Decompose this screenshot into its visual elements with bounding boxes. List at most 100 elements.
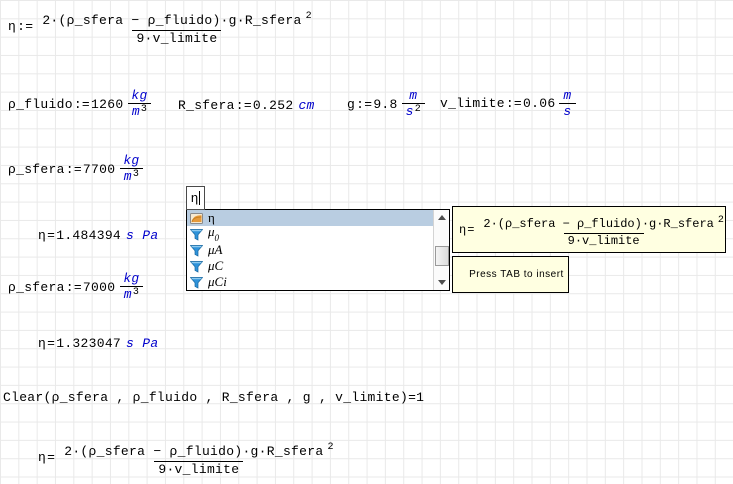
text-cursor — [199, 191, 200, 205]
result-units: s Pa — [126, 228, 158, 243]
value: 0.252 — [253, 98, 294, 113]
clear-function-region[interactable]: Clear(ρ_sfera , ρ_fluido , R_sfera , g ,… — [3, 390, 424, 405]
value: 9.8 — [373, 97, 397, 112]
eta-result-region-1[interactable]: η=1.484394 s Pa — [38, 228, 158, 243]
value: 1260 — [91, 97, 123, 112]
unit-numerator: m — [405, 88, 421, 103]
autocomplete-list: η μ0 μA μC — [187, 210, 433, 290]
g-definition-region[interactable]: g:=9.8 m s2 — [347, 88, 425, 121]
rho-sfera-definition-region-2[interactable]: ρ_sfera:=7000 kg m3 — [8, 271, 144, 304]
assign-operator: := — [356, 97, 372, 112]
typed-text: η — [191, 191, 199, 206]
dropdown-scrollbar[interactable] — [433, 210, 449, 290]
var-v-limite: v_limite — [440, 96, 505, 111]
var-g: g — [347, 97, 355, 112]
scrollbar-thumb[interactable] — [435, 246, 449, 266]
equals-operator: = — [467, 223, 474, 237]
formula-edit-box[interactable]: η — [186, 186, 205, 210]
unit-denominator: m3 — [120, 286, 143, 304]
fraction-numerator: 2·(ρ_sfera − ρ_fluido)·g·R_sfera2 — [60, 438, 337, 461]
var-rho-sfera: ρ_sfera — [8, 162, 65, 177]
result-value: 1.323047 — [56, 336, 121, 351]
assign-operator: := — [66, 280, 82, 295]
autocomplete-item-eta[interactable]: η — [187, 210, 433, 226]
fraction-denominator: 9·v_limite — [564, 233, 644, 248]
unit-fraction: kg m3 — [127, 88, 151, 121]
worksheet: η := 2·(ρ_sfera − ρ_fluido)·g·R_sfera 2 9·… — [0, 0, 733, 484]
unit-exponent: 2 — [415, 104, 421, 115]
unit-symbol: m — [124, 287, 132, 302]
item-label: μC — [208, 258, 223, 274]
eta-result-region-2[interactable]: η=1.323047s Pa — [38, 336, 158, 351]
unit-denominator: m3 — [120, 168, 143, 186]
scroll-up-icon[interactable] — [438, 215, 446, 220]
eta-evaluated-formula-region[interactable]: η= 2·(ρ_sfera − ρ_fluido)·g·R_sfera2 9·v… — [38, 438, 337, 477]
fraction-denominator: 9·v_limite — [132, 30, 221, 46]
item-label: μA — [208, 242, 222, 258]
autocomplete-item-muC[interactable]: μC — [187, 258, 433, 274]
exponent: 2 — [718, 215, 724, 226]
variable-icon — [190, 212, 203, 225]
unit-exponent: 3 — [133, 287, 139, 298]
autocomplete-item-muCi[interactable]: μCi — [187, 274, 433, 290]
unit-symbol: m — [124, 169, 132, 184]
var-eta: η — [8, 19, 16, 34]
unit-fraction: m s2 — [402, 88, 425, 121]
unit-numerator: kg — [127, 88, 151, 103]
fraction: 2·(ρ_sfera − ρ_fluido)·g·R_sfera2 9·v_li… — [60, 438, 337, 477]
item-label-subscript: 0 — [215, 233, 220, 243]
fraction: 2·(ρ_sfera − ρ_fluido)·g·R_sfera 2 9·v_li… — [38, 7, 315, 46]
unit-fraction: m s — [559, 88, 575, 119]
fraction-denominator: 9·v_limite — [154, 461, 243, 477]
scroll-down-icon[interactable] — [438, 280, 446, 285]
unit-numerator: kg — [119, 153, 143, 168]
funnel-icon — [190, 244, 203, 257]
fraction-numerator: 2·(ρ_sfera − ρ_fluido)·g·R_sfera 2 — [479, 211, 727, 233]
var-eta: η — [38, 228, 46, 243]
clear-expression: Clear(ρ_sfera , ρ_fluido , R_sfera , g ,… — [3, 390, 424, 405]
exponent: 2 — [306, 11, 312, 22]
var-eta: η — [38, 336, 46, 351]
eta-definition-formula-region[interactable]: η:= 2·(ρ_sfera − ρ_fluido)·g·R_sfera2 9·… — [8, 7, 316, 46]
unit-symbol: m — [132, 104, 140, 119]
numerator-expression: 2·(ρ_sfera − ρ_fluido)·g·R_sfera — [483, 217, 713, 231]
var-eta: η — [38, 450, 46, 465]
v-limite-definition-region[interactable]: v_limite:=0.06 m s — [440, 88, 576, 119]
press-tab-hint: Press TAB to insert — [452, 256, 569, 293]
var-eta: η — [459, 223, 466, 237]
item-label: μCi — [208, 274, 227, 290]
equals-operator: = — [47, 450, 55, 465]
item-label-base: μ — [208, 224, 215, 239]
rho-fluido-definition-region[interactable]: ρ_fluido:=1260 kg m3 — [8, 88, 152, 121]
unit-numerator: m — [559, 88, 575, 103]
unit-denominator: s — [559, 103, 575, 119]
equals-operator: = — [47, 336, 55, 351]
unit-numerator: kg — [119, 271, 143, 286]
numerator-expression: 2·(ρ_sfera − ρ_fluido)·g·R_sfera — [42, 13, 301, 28]
assign-operator: := — [66, 162, 82, 177]
equals-operator: = — [47, 228, 55, 243]
r-sfera-definition-region[interactable]: R_sfera:=0.252cm — [178, 98, 315, 113]
unit-cm: cm — [298, 98, 314, 113]
funnel-icon — [190, 276, 203, 289]
unit-fraction: kg m3 — [119, 153, 143, 186]
value: 7000 — [83, 280, 115, 295]
hint-text: Press TAB to insert — [469, 269, 564, 280]
unit-fraction: kg m3 — [119, 271, 143, 304]
funnel-icon — [190, 228, 203, 241]
value: 0.06 — [523, 96, 555, 111]
autocomplete-item-mu0[interactable]: μ0 — [187, 226, 433, 242]
var-rho-sfera: ρ_sfera — [8, 280, 65, 295]
var-r-sfera: R_sfera — [178, 98, 235, 113]
unit-exponent: 3 — [141, 104, 147, 115]
assign-operator: := — [506, 96, 522, 111]
value: 7700 — [83, 162, 115, 177]
fraction: 2·(ρ_sfera − ρ_fluido)·g·R_sfera 2 9·v_li… — [479, 211, 727, 248]
result-value: 1.484394 — [56, 228, 121, 243]
assign-operator: := — [74, 97, 90, 112]
unit-exponent: 3 — [133, 169, 139, 180]
fraction-numerator: 2·(ρ_sfera − ρ_fluido)·g·R_sfera 2 — [38, 7, 315, 30]
rho-sfera-definition-region-1[interactable]: ρ_sfera:=7700 kg m3 — [8, 153, 144, 186]
exponent: 2 — [327, 442, 333, 453]
autocomplete-item-muA[interactable]: μA — [187, 242, 433, 258]
